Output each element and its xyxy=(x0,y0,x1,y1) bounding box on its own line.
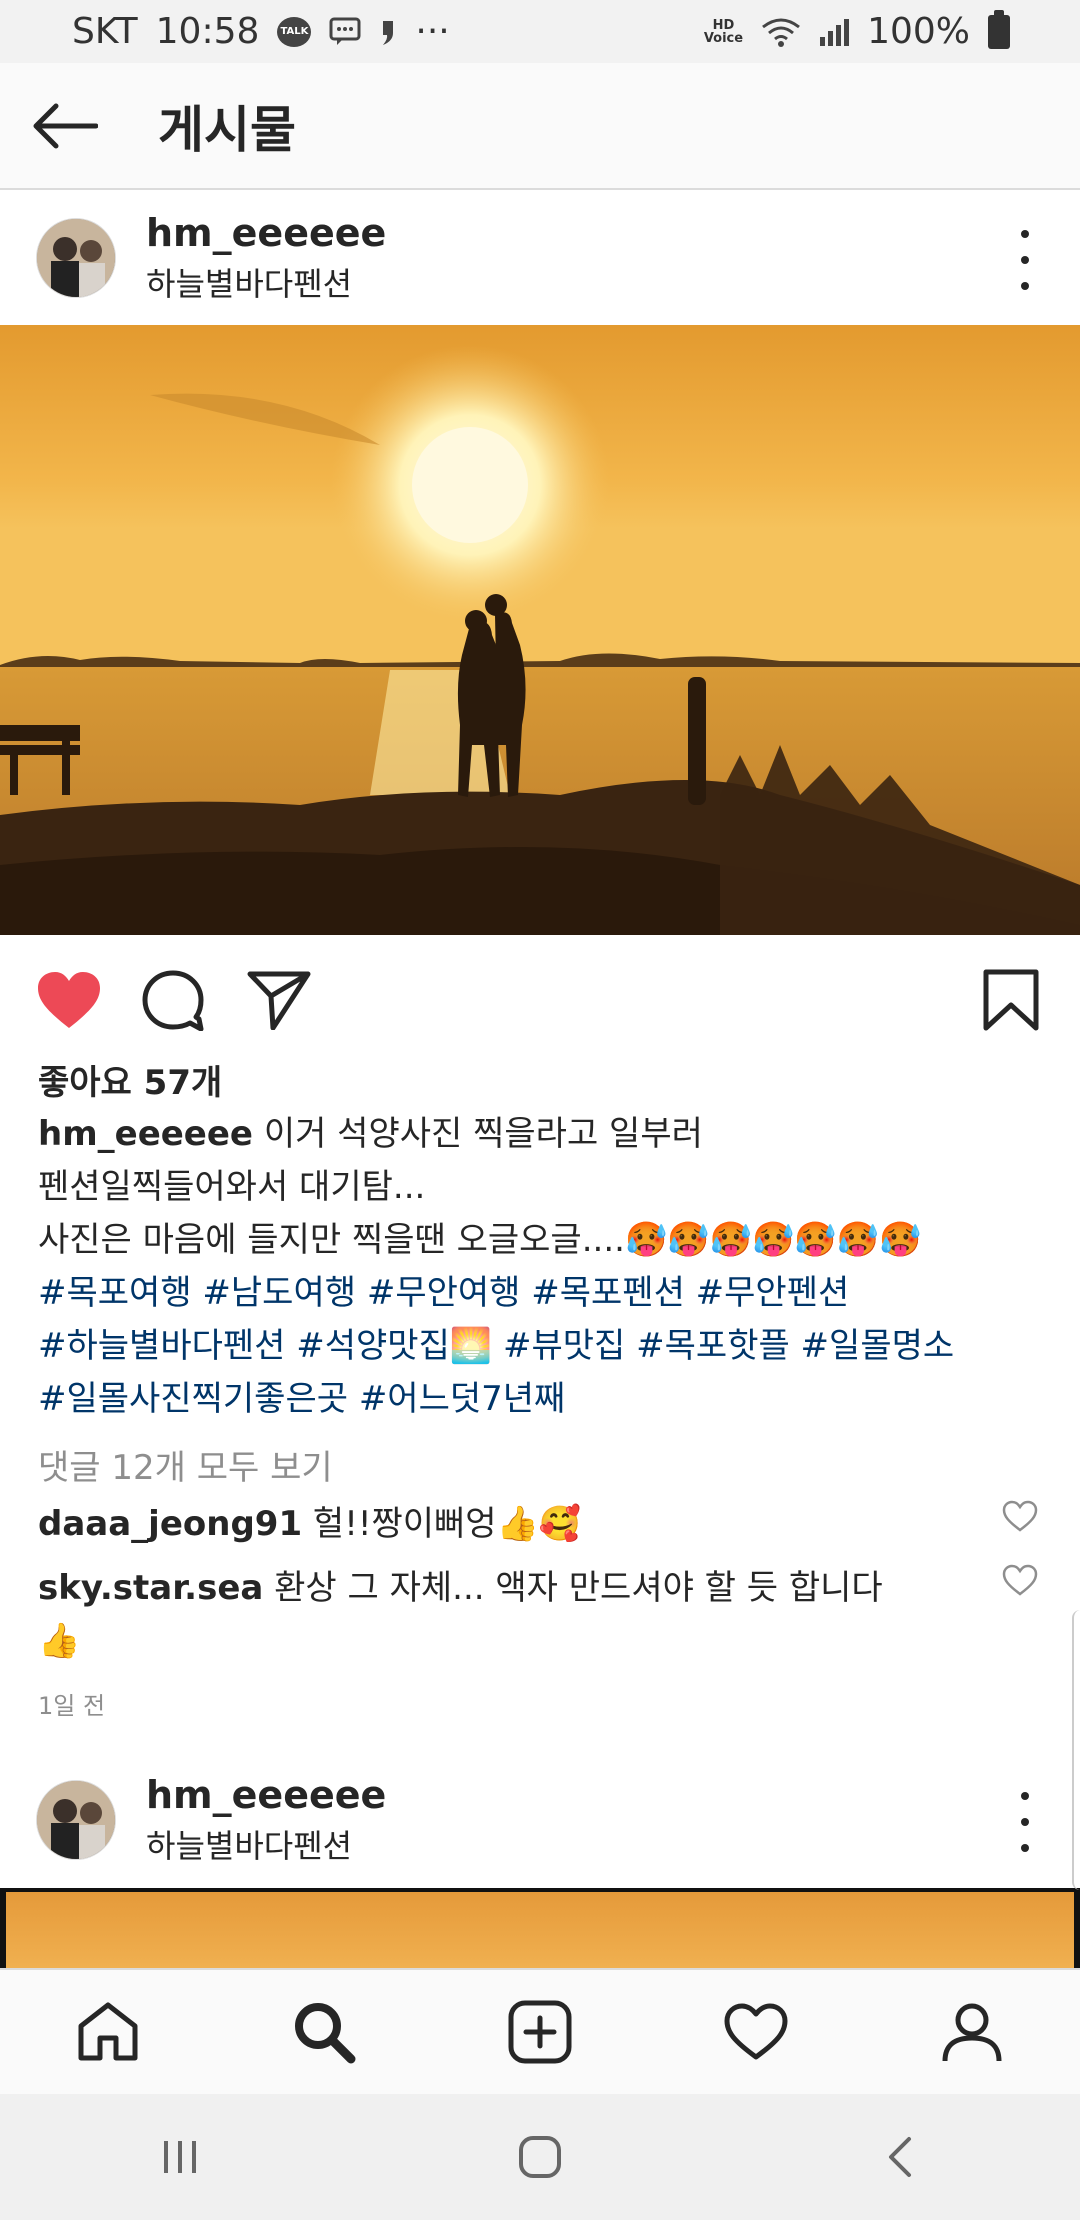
bookmark-icon xyxy=(983,969,1039,1031)
post-username[interactable]: hm_eeeeee xyxy=(146,1773,386,1817)
save-button[interactable] xyxy=(976,965,1046,1035)
clock: 10:58 xyxy=(155,11,260,52)
search-icon xyxy=(295,2003,356,2064)
post-actions xyxy=(0,945,1080,1045)
comment-username[interactable]: sky.star.sea xyxy=(38,1568,263,1608)
signal-icon xyxy=(819,17,850,47)
nav-home-button[interactable] xyxy=(63,1987,153,2077)
status-left: SKT 10:58 TALK ··· xyxy=(72,11,450,52)
post-location[interactable]: 하늘별바다펜션 xyxy=(146,259,386,305)
heart-filled-icon xyxy=(38,972,100,1028)
hashtags-line[interactable]: #하늘별바다펜션 #석양맛집🌅 #뷰맛집 #목포핫플 #일몰명소 xyxy=(38,1320,1048,1373)
more-vertical-icon xyxy=(1021,230,1029,238)
chevron-left-icon xyxy=(889,2137,911,2177)
heart-outline-icon xyxy=(1002,1564,1038,1596)
next-post-image[interactable] xyxy=(0,1888,1080,1968)
page-title: 게시물 xyxy=(158,100,296,159)
comment-text: 환상 그 자체... 액자 만드셔야 할 듯 합니다 xyxy=(274,1568,883,1608)
caption-username[interactable]: hm_eeeeee xyxy=(38,1114,253,1154)
more-options-button[interactable] xyxy=(1010,1792,1040,1852)
kakaotalk-icon: TALK xyxy=(277,16,312,47)
scrollbar[interactable] xyxy=(1072,1610,1080,1890)
battery-percent: 100% xyxy=(867,11,970,52)
caption-line: 사진은 마음에 들지만 찍을땐 오글오글....🥵🥵🥵🥵🥵🥵🥵 xyxy=(38,1220,922,1260)
home-square-icon xyxy=(519,2136,561,2178)
recent-apps-button[interactable] xyxy=(135,2112,225,2202)
user-block: hm_eeeeee 하늘별바다펜션 xyxy=(146,1773,386,1867)
comment-like-button[interactable] xyxy=(1002,1500,1038,1532)
bottom-nav xyxy=(0,1968,1080,2094)
nav-activity-button[interactable] xyxy=(711,1987,801,2077)
app-header: 게시물 xyxy=(0,63,1080,190)
view-all-comments-link[interactable]: 댓글 12개 모두 보기 xyxy=(38,1440,333,1489)
avatar[interactable] xyxy=(36,1779,116,1860)
comment-like-button[interactable] xyxy=(1002,1564,1038,1596)
nav-profile-button[interactable] xyxy=(927,1987,1017,2077)
comment-text: 👍 xyxy=(38,1621,81,1661)
status-right: HD Voice 100% xyxy=(703,9,1010,52)
heart-outline-icon xyxy=(724,2003,788,2060)
caption-line: hm_eeeeee 이거 석양사진 찍을라고 일부러 xyxy=(38,1114,703,1154)
nav-add-button[interactable] xyxy=(495,1987,585,2077)
arrow-left-icon xyxy=(33,103,98,148)
comment-row: daaa_jeong91 헐!!짱이뻐엉👍🥰 xyxy=(38,1498,998,1551)
caption-line: 펜션일찍들어와서 대기탐... xyxy=(38,1167,426,1207)
status-bar: SKT 10:58 TALK ··· HD Voice 100% xyxy=(0,0,1080,63)
wifi-icon xyxy=(761,17,801,47)
next-post-header: hm_eeeeee 하늘별바다펜션 xyxy=(0,1752,1080,1887)
post-image[interactable] xyxy=(0,325,1080,935)
more-vertical-icon xyxy=(1021,1792,1029,1800)
profile-icon xyxy=(942,2003,1002,2062)
home-icon xyxy=(78,2002,138,2061)
back-system-button[interactable] xyxy=(855,2112,945,2202)
carrier-label: SKT xyxy=(72,11,138,52)
like-count[interactable]: 좋아요 57개 xyxy=(38,1055,222,1104)
post-location[interactable]: 하늘별바다펜션 xyxy=(146,1821,386,1867)
hd-voice-icon: HD Voice xyxy=(703,17,744,46)
comment-row: sky.star.sea 환상 그 자체... 액자 만드셔야 할 듯 합니다 … xyxy=(38,1562,998,1668)
nav-search-button[interactable] xyxy=(279,1987,369,2077)
comment-username[interactable]: daaa_jeong91 xyxy=(38,1504,302,1544)
share-button[interactable] xyxy=(244,965,314,1035)
comment-icon xyxy=(142,970,204,1031)
user-block: hm_eeeeee 하늘별바다펜션 xyxy=(146,211,386,305)
back-button[interactable] xyxy=(0,62,130,189)
heart-outline-icon xyxy=(1002,1500,1038,1532)
hashtags-line[interactable]: #일몰사진찍기좋은곳 #어느덧7년째 xyxy=(38,1373,1048,1426)
quote-icon xyxy=(379,17,397,47)
like-button[interactable] xyxy=(34,965,104,1035)
more-notifications-icon: ··· xyxy=(415,11,450,52)
send-icon xyxy=(247,971,311,1030)
battery-icon xyxy=(988,9,1010,49)
post-timestamp: 1일 전 xyxy=(38,1692,106,1720)
add-post-icon xyxy=(508,2000,572,2064)
home-system-button[interactable] xyxy=(495,2112,585,2202)
system-nav xyxy=(0,2094,1080,2220)
recent-apps-icon xyxy=(164,2141,196,2173)
comment-button[interactable] xyxy=(138,965,208,1035)
post-header: hm_eeeeee 하늘별바다펜션 xyxy=(0,190,1080,325)
post-username[interactable]: hm_eeeeee xyxy=(146,211,386,255)
comment-text: 헐!!짱이뻐엉👍🥰 xyxy=(312,1504,582,1544)
more-options-button[interactable] xyxy=(1010,230,1040,290)
avatar[interactable] xyxy=(36,217,116,298)
message-icon xyxy=(329,17,361,47)
hashtags-line[interactable]: #목포여행 #남도여행 #무안여행 #목포펜션 #무안펜션 xyxy=(38,1267,1048,1320)
post-caption: hm_eeeeee 이거 석양사진 찍을라고 일부러 펜션일찍들어와서 대기탐.… xyxy=(38,1108,1048,1426)
